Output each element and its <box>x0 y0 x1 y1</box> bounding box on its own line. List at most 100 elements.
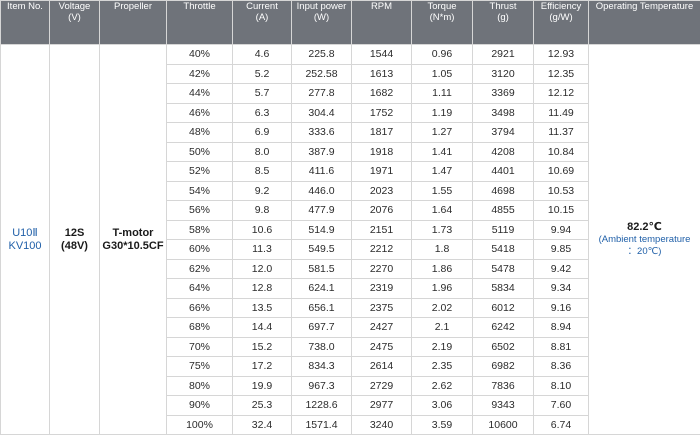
input-power-cell: 697.7 <box>292 318 352 338</box>
item-no-cell: U10ⅡKV100 <box>1 45 50 435</box>
input-power-cell: 304.4 <box>292 103 352 123</box>
torque-cell: 2.19 <box>412 337 473 357</box>
input-power-cell: 277.8 <box>292 84 352 104</box>
thrust-cell: 5418 <box>473 240 534 260</box>
header-label: Propeller <box>100 1 166 12</box>
ambient-temperature-value: ：20℃) <box>589 246 700 258</box>
header-throttle: Throttle <box>167 1 233 45</box>
efficiency-cell: 10.15 <box>534 201 589 221</box>
temperature-value: 82.2℃ <box>589 221 700 234</box>
header-item-no: Item No. <box>1 1 50 45</box>
input-power-cell: 656.1 <box>292 298 352 318</box>
throttle-cell: 70% <box>167 337 233 357</box>
rpm-cell: 1544 <box>352 45 412 65</box>
input-power-cell: 387.9 <box>292 142 352 162</box>
throttle-cell: 90% <box>167 396 233 416</box>
torque-cell: 1.86 <box>412 259 473 279</box>
throttle-cell: 64% <box>167 279 233 299</box>
torque-cell: 1.19 <box>412 103 473 123</box>
throttle-cell: 50% <box>167 142 233 162</box>
thrust-cell: 4698 <box>473 181 534 201</box>
rpm-cell: 2319 <box>352 279 412 299</box>
input-power-cell: 1228.6 <box>292 396 352 416</box>
input-power-cell: 446.0 <box>292 181 352 201</box>
thrust-cell: 6012 <box>473 298 534 318</box>
rpm-cell: 2270 <box>352 259 412 279</box>
efficiency-cell: 8.81 <box>534 337 589 357</box>
header-rpm: RPM <box>352 1 412 45</box>
current-cell: 9.2 <box>233 181 292 201</box>
current-cell: 14.4 <box>233 318 292 338</box>
input-power-cell: 333.6 <box>292 123 352 143</box>
throttle-cell: 48% <box>167 123 233 143</box>
input-power-cell: 1571.4 <box>292 415 352 435</box>
rpm-cell: 2977 <box>352 396 412 416</box>
rpm-cell: 2151 <box>352 220 412 240</box>
efficiency-cell: 9.42 <box>534 259 589 279</box>
current-cell: 17.2 <box>233 357 292 377</box>
input-power-cell: 411.6 <box>292 162 352 182</box>
header-input-power: Input power(W) <box>292 1 352 45</box>
efficiency-cell: 9.16 <box>534 298 589 318</box>
input-power-cell: 581.5 <box>292 259 352 279</box>
efficiency-cell: 9.85 <box>534 240 589 260</box>
thrust-cell: 5478 <box>473 259 534 279</box>
input-power-cell: 549.5 <box>292 240 352 260</box>
throttle-cell: 62% <box>167 259 233 279</box>
torque-cell: 1.47 <box>412 162 473 182</box>
efficiency-cell: 9.34 <box>534 279 589 299</box>
input-power-cell: 738.0 <box>292 337 352 357</box>
header-current: Current(A) <box>233 1 292 45</box>
torque-cell: 1.27 <box>412 123 473 143</box>
torque-cell: 2.62 <box>412 376 473 396</box>
current-cell: 12.0 <box>233 259 292 279</box>
current-cell: 6.9 <box>233 123 292 143</box>
header-operating-temperature: Operating Temperature <box>589 1 700 45</box>
throttle-cell: 75% <box>167 357 233 377</box>
header-label: Thrust <box>473 1 533 12</box>
header-label: RPM <box>352 1 411 12</box>
rpm-cell: 2475 <box>352 337 412 357</box>
current-cell: 8.5 <box>233 162 292 182</box>
header-label: Operating Temperature <box>589 1 700 12</box>
header-propeller: Propeller <box>100 1 167 45</box>
rpm-cell: 2076 <box>352 201 412 221</box>
current-cell: 10.6 <box>233 220 292 240</box>
header-torque: Torque(N*m) <box>412 1 473 45</box>
torque-cell: 3.59 <box>412 415 473 435</box>
voltage-cell-line: 12S <box>50 227 99 240</box>
thrust-cell: 4208 <box>473 142 534 162</box>
efficiency-cell: 7.60 <box>534 396 589 416</box>
current-cell: 4.6 <box>233 45 292 65</box>
thrust-cell: 6502 <box>473 337 534 357</box>
rpm-cell: 2375 <box>352 298 412 318</box>
input-power-cell: 624.1 <box>292 279 352 299</box>
header-efficiency: Efficiency(g/W) <box>534 1 589 45</box>
header-voltage: Voltage(V) <box>50 1 100 45</box>
header-label: Voltage <box>50 1 99 12</box>
efficiency-cell: 10.84 <box>534 142 589 162</box>
torque-cell: 1.8 <box>412 240 473 260</box>
efficiency-cell: 10.53 <box>534 181 589 201</box>
current-cell: 6.3 <box>233 103 292 123</box>
thrust-cell: 5119 <box>473 220 534 240</box>
throttle-cell: 42% <box>167 64 233 84</box>
current-cell: 11.3 <box>233 240 292 260</box>
throttle-cell: 54% <box>167 181 233 201</box>
current-cell: 13.5 <box>233 298 292 318</box>
rpm-cell: 2614 <box>352 357 412 377</box>
item-no-cell-line: U10Ⅱ <box>1 227 49 240</box>
throttle-cell: 58% <box>167 220 233 240</box>
header-unit: (N*m) <box>412 12 472 23</box>
current-cell: 9.8 <box>233 201 292 221</box>
header-row: Item No. Voltage(V) Propeller Throttle C… <box>1 1 700 45</box>
header-unit: (A) <box>233 12 291 23</box>
propeller-cell: T-motorG30*10.5CF <box>100 45 167 435</box>
rpm-cell: 2729 <box>352 376 412 396</box>
table-body: U10ⅡKV10012S(48V)T-motorG30*10.5CF40%4.6… <box>1 45 700 435</box>
rpm-cell: 1613 <box>352 64 412 84</box>
throttle-cell: 80% <box>167 376 233 396</box>
input-power-cell: 514.9 <box>292 220 352 240</box>
header-label: Throttle <box>167 1 232 12</box>
efficiency-cell: 10.69 <box>534 162 589 182</box>
